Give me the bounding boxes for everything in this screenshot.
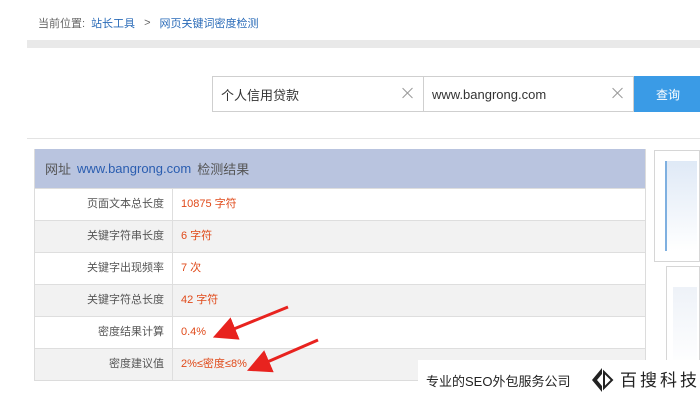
row-value: 2%≤密度≤8%	[181, 358, 247, 370]
keyword-field	[212, 76, 424, 112]
url-field	[424, 76, 634, 112]
result-header-suffix: 检测结果	[197, 162, 250, 177]
table-row: 关键字出现频率 7 次	[35, 252, 645, 284]
clear-url-icon[interactable]	[611, 86, 625, 100]
row-label: 关键字符总长度	[35, 285, 173, 316]
result-header: 网址 www.bangrong.com 检测结果	[35, 149, 645, 188]
row-value: 10875 字符	[181, 198, 237, 210]
side-ad-thumbnail-secondary	[673, 287, 697, 367]
breadcrumb-link-keyword-density[interactable]: 网页关键词密度检测	[160, 15, 259, 31]
result-table: 网址 www.bangrong.com 检测结果 页面文本总长度 10875 字…	[34, 149, 646, 381]
table-row: 关键字符串长度 6 字符	[35, 220, 645, 252]
breadcrumb: 当前位置: 站长工具 > 网页关键词密度检测	[38, 14, 259, 32]
row-value: 7 次	[181, 262, 202, 274]
row-value: 6 字符	[181, 230, 213, 242]
row-value: 0.4%	[181, 326, 207, 338]
breadcrumb-link-webmaster-tools[interactable]: 站长工具	[91, 15, 135, 31]
breadcrumb-prefix: 当前位置:	[38, 18, 86, 30]
watermark-slogan: 专业的SEO外包服务公司	[426, 373, 571, 389]
query-button[interactable]: 查询	[634, 76, 700, 112]
url-input[interactable]	[424, 77, 633, 111]
top-divider	[27, 40, 700, 48]
search-form: 查询	[212, 76, 700, 112]
row-label: 密度建议值	[35, 349, 173, 380]
keyword-input[interactable]	[213, 77, 423, 111]
breadcrumb-separator: >	[144, 17, 151, 29]
result-header-prefix: 网址	[45, 162, 72, 177]
table-row: 密度结果计算 0.4%	[35, 316, 645, 348]
row-value: 42 字符	[181, 294, 219, 306]
watermark-brand: 百搜科技	[620, 371, 700, 391]
section-divider	[27, 138, 700, 139]
watermark-banner: 专业的SEO外包服务公司 百搜科技	[418, 360, 700, 400]
row-label: 关键字出现频率	[35, 253, 173, 284]
side-ad-panel[interactable]	[654, 150, 700, 262]
result-header-url[interactable]: www.bangrong.com	[77, 161, 191, 176]
row-label: 密度结果计算	[35, 317, 173, 348]
clear-keyword-icon[interactable]	[401, 86, 415, 100]
brand-logo-icon	[592, 368, 614, 392]
table-row: 关键字符总长度 42 字符	[35, 284, 645, 316]
row-label: 关键字符串长度	[35, 221, 173, 252]
table-row: 页面文本总长度 10875 字符	[35, 188, 645, 220]
row-label: 页面文本总长度	[35, 189, 173, 220]
side-ad-thumbnail	[665, 161, 697, 251]
